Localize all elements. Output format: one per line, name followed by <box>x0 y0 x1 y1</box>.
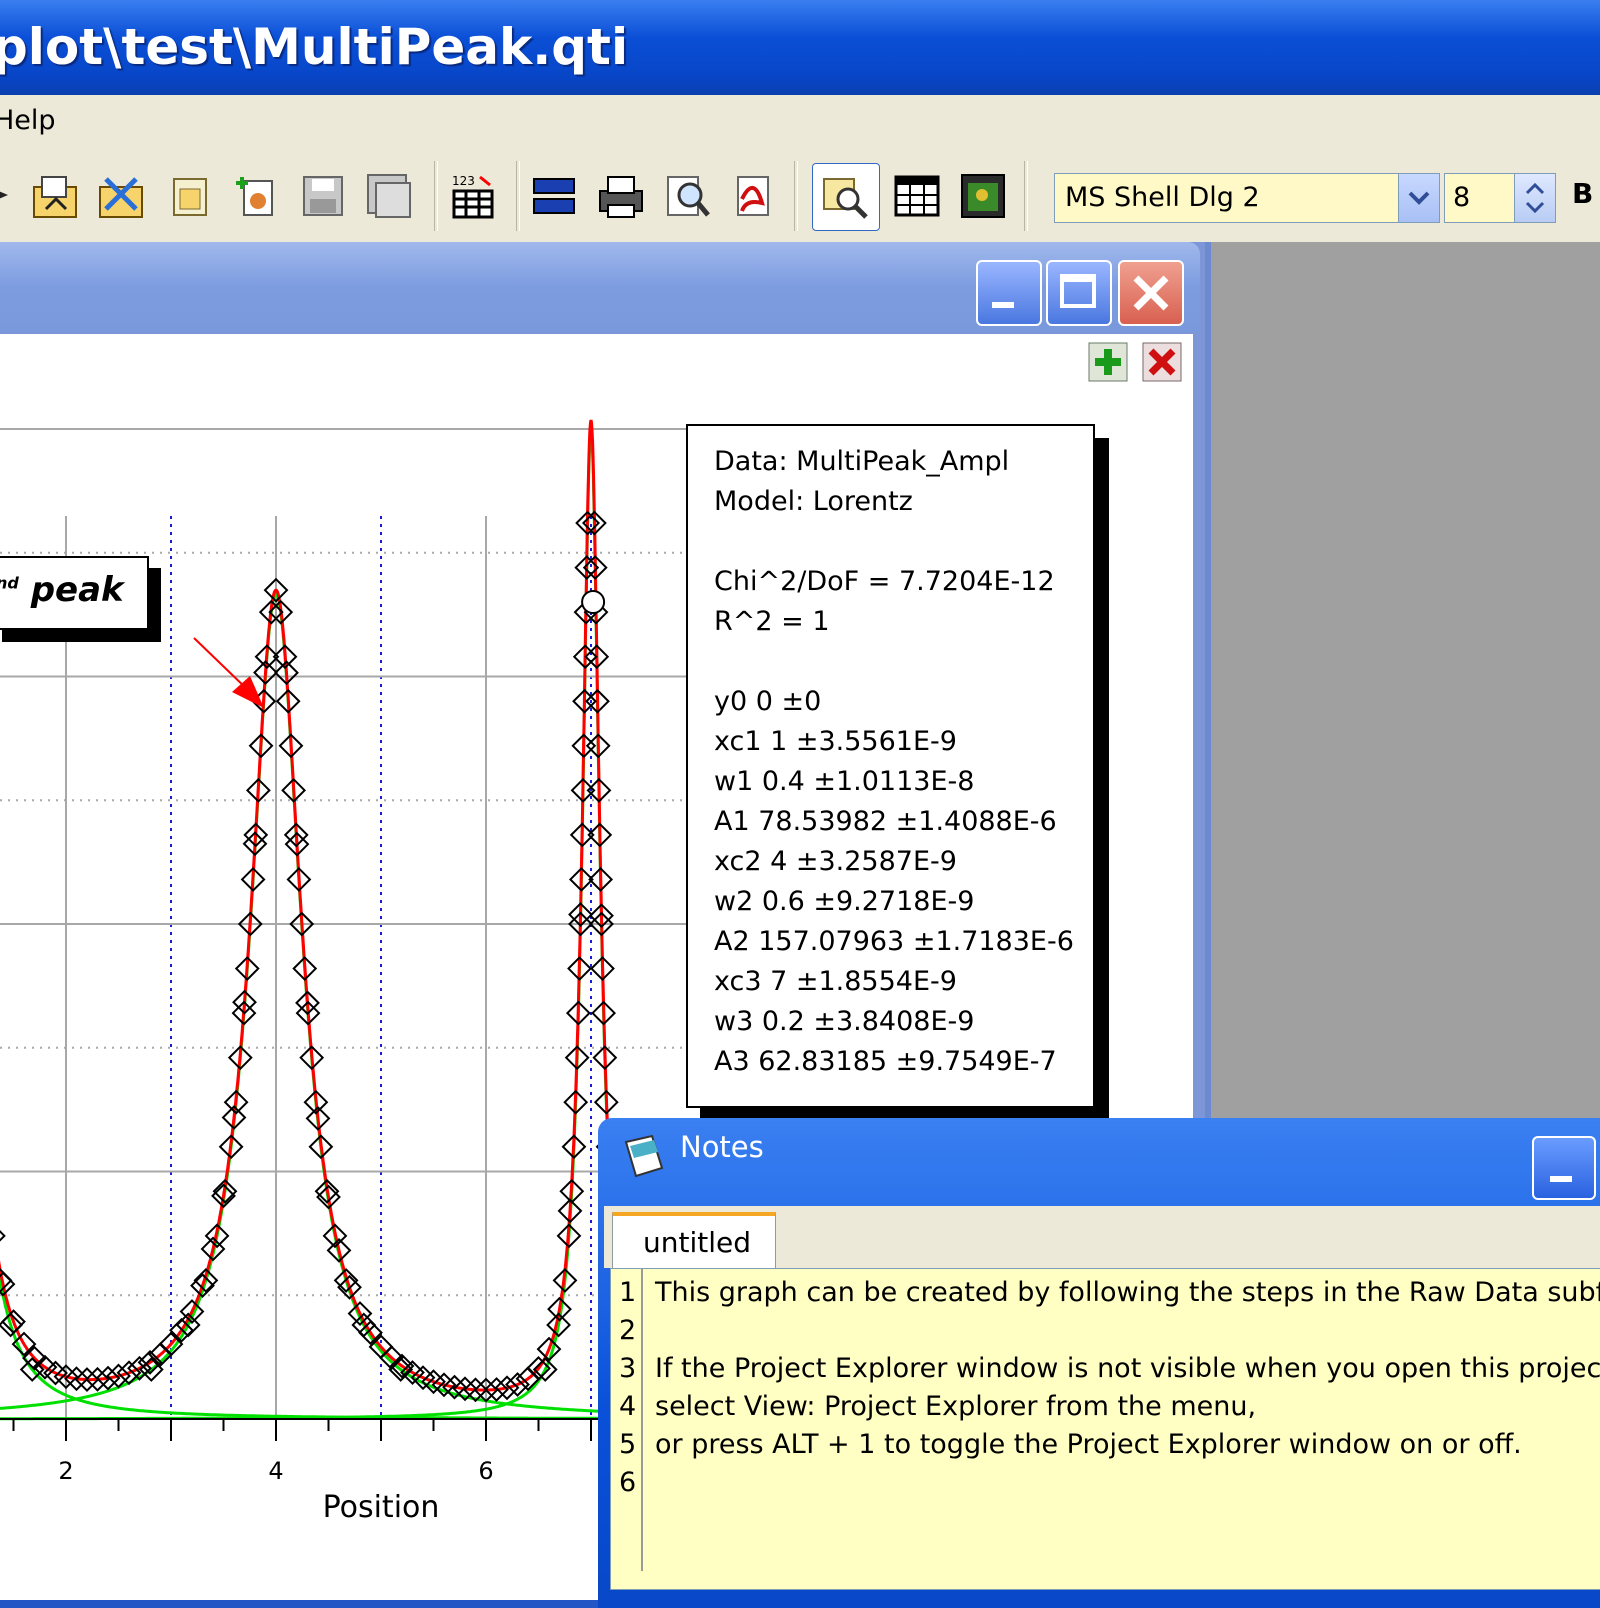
export-pdf-icon[interactable] <box>726 169 780 223</box>
note-line: This graph can be created by following t… <box>655 1277 1600 1308</box>
line-number: 4 <box>619 1391 637 1422</box>
line-number-gutter: 1 2 3 4 5 6 <box>611 1269 643 1571</box>
add-data-icon[interactable] <box>230 169 284 223</box>
spin-arrows-icon[interactable] <box>1514 174 1555 222</box>
window-title: plot\test\MultiPeak.qti <box>0 18 629 76</box>
toolbar: 123 MS Shell Dlg 2 8 B <box>0 147 1600 242</box>
fit-line: A1 78.53982 ±1.4088E-6 <box>714 806 1057 837</box>
print-icon[interactable] <box>594 169 648 223</box>
line-number: 6 <box>619 1467 637 1498</box>
delete-layer-icon[interactable] <box>1142 342 1182 382</box>
chevron-down-icon[interactable] <box>1398 174 1439 222</box>
minimize-icon <box>1550 1176 1572 1182</box>
note-line: or press ALT + 1 to toggle the Project E… <box>655 1429 1522 1460</box>
notes-tab-bar: untitled <box>604 1206 1600 1272</box>
fit-results-box[interactable]: Data: MultiPeak_Ampl Model: Lorentz Chi^… <box>686 424 1095 1108</box>
menu-bar: Help <box>0 95 1600 148</box>
plot-area: 2 4 6 Position <box>0 419 690 1525</box>
data-point <box>0 1230 6 1242</box>
open-project-icon[interactable] <box>30 169 84 223</box>
x-tick-label: 2 <box>58 1457 73 1485</box>
x-axis-title: Position <box>323 1490 440 1525</box>
peak-annotation-text: nd peak <box>0 570 124 610</box>
close-icon <box>1133 275 1169 311</box>
minimize-icon <box>992 302 1014 308</box>
maximize-icon <box>1060 274 1096 308</box>
table-values-icon[interactable]: 123 <box>446 169 500 223</box>
fit-line: R^2 = 1 <box>714 606 830 637</box>
tab-label: untitled <box>643 1226 752 1259</box>
peak-annotation[interactable]: nd peak <box>0 556 149 630</box>
data-point <box>581 590 606 614</box>
x-tick-label: 6 <box>478 1457 493 1485</box>
save-icon[interactable] <box>296 169 350 223</box>
fit-line: xc3 7 ±1.8554E-9 <box>714 966 957 997</box>
line-number: 3 <box>619 1353 637 1384</box>
font-size-value: 8 <box>1453 182 1471 213</box>
line-number: 2 <box>619 1315 637 1346</box>
fit-line: A3 62.83185 ±9.7549E-7 <box>714 1046 1057 1077</box>
note-line: select View: Project Explorer from the m… <box>655 1391 1257 1422</box>
menu-help[interactable]: Help <box>0 105 56 136</box>
arrow-icon[interactable] <box>0 169 32 223</box>
fit-line: w3 0.2 ±3.8408E-9 <box>714 1006 975 1037</box>
line-number: 5 <box>619 1429 637 1460</box>
font-size-spinbox[interactable]: 8 <box>1444 173 1556 223</box>
layers-icon[interactable] <box>528 169 582 223</box>
fit-line: Chi^2/DoF = 7.7204E-12 <box>714 566 1055 597</box>
font-family-value: MS Shell Dlg 2 <box>1065 182 1260 213</box>
fit-line: xc2 4 ±3.2587E-9 <box>714 846 957 877</box>
red-arrow <box>193 637 264 708</box>
maximize-button[interactable] <box>1046 260 1112 326</box>
note-line: If the Project Explorer window is not vi… <box>655 1353 1600 1384</box>
font-family-select[interactable]: MS Shell Dlg 2 <box>1054 173 1440 223</box>
fit-line: A2 157.07963 ±1.7183E-6 <box>714 926 1074 957</box>
svg-text:123: 123 <box>452 174 475 188</box>
matrix-window-icon[interactable] <box>956 169 1010 223</box>
new-table-icon[interactable] <box>164 169 218 223</box>
notes-icon <box>624 1134 664 1178</box>
line-number: 1 <box>619 1277 637 1308</box>
fit-line: Model: Lorentz <box>714 486 913 517</box>
import-icon[interactable] <box>96 169 150 223</box>
add-layer-icon[interactable] <box>1088 342 1128 382</box>
fit-line: y0 0 ±0 <box>714 686 822 717</box>
main-title-bar[interactable]: plot\test\MultiPeak.qti <box>0 0 1600 95</box>
peak-annotation-sup: nd <box>0 573 19 593</box>
data-reader-icon[interactable] <box>818 169 872 223</box>
table-window-icon[interactable] <box>890 169 944 223</box>
fit-line: Data: MultiPeak_Ampl <box>714 446 1010 477</box>
close-button[interactable] <box>1118 260 1184 326</box>
notes-editor[interactable]: 1 2 3 4 5 6 This graph can be created by… <box>610 1268 1600 1590</box>
tab-untitled[interactable]: untitled <box>612 1212 776 1272</box>
notes-minimize-button[interactable] <box>1532 1136 1596 1200</box>
peak-annotation-word: peak <box>30 570 124 610</box>
fit-line: w1 0.4 ±1.0113E-8 <box>714 766 975 797</box>
bold-button[interactable]: B <box>1572 177 1593 210</box>
notes-title: Notes <box>680 1130 764 1164</box>
print-preview-icon[interactable] <box>660 169 714 223</box>
fit-line: w2 0.6 ±9.2718E-9 <box>714 886 975 917</box>
fit-line: xc1 1 ±3.5561E-9 <box>714 726 957 757</box>
minimize-button[interactable] <box>976 260 1042 326</box>
save-as-icon[interactable] <box>362 169 416 223</box>
x-tick-label: 4 <box>268 1457 283 1485</box>
